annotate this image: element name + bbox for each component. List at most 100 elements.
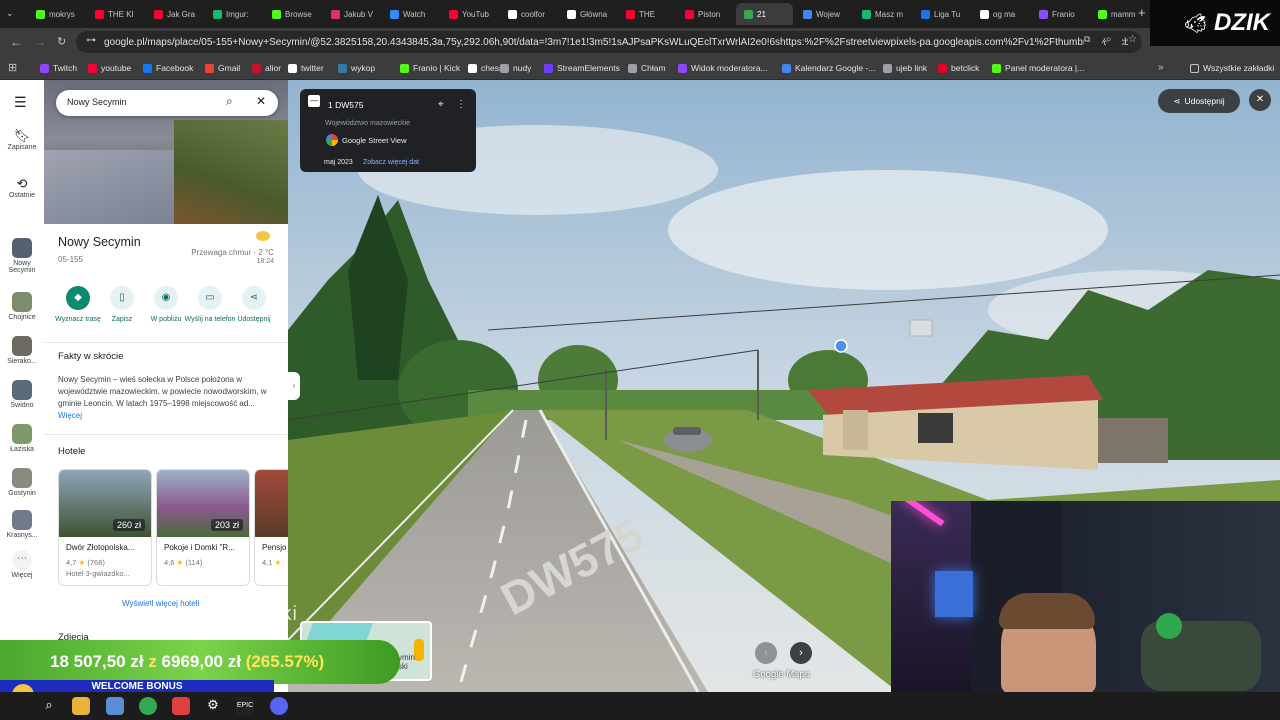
browser-tab[interactable]: coolfor [500,3,557,25]
search-icon[interactable]: ⌕ [226,94,233,109]
tab-favicon-icon [567,9,576,19]
weather-text: Przewaga chmur · 2 °C [191,248,274,257]
browser-tab[interactable]: Główna [559,3,616,25]
browser-tab[interactable]: YouTub [441,3,498,25]
bookmark-item[interactable]: alior [252,60,281,76]
bookmark-item[interactable]: Kalendarz Google -... [782,60,875,76]
rail-more[interactable]: ⋯ Więcej [0,550,44,579]
location-pin-icon[interactable] [834,339,848,353]
new-tab-button[interactable]: + [1138,0,1146,26]
exit-street-view-button[interactable]: ✕ [1249,89,1271,111]
browser-tab[interactable]: 21 [736,3,793,25]
browser-tab[interactable]: THE [618,3,675,25]
browser-tab[interactable]: Jak Gra [146,3,203,25]
bookmark-item[interactable]: youtube [88,60,131,76]
share-button[interactable]: ⋖ Udostępnij [1158,89,1240,113]
address-bar[interactable]: ⊶ google.pl/maps/place/05-155+Nowy+Secym… [76,31,1142,53]
browser-tab[interactable]: Browse [264,3,321,25]
discord-icon[interactable] [270,697,288,715]
forward-icon[interactable]: → [34,28,46,56]
app-icon[interactable] [106,697,124,715]
install-app-icon[interactable]: ⧉ [1084,34,1102,50]
close-icon[interactable]: ✕ [256,94,266,108]
browser-tab[interactable]: Piston [677,3,734,25]
bookmark-item[interactable]: chess [468,60,503,76]
all-bookmarks-folder[interactable]: Wszystkie zakładki [1190,60,1274,76]
rail-recent-place[interactable]: Krasnys... [0,510,44,539]
bookmark-item[interactable]: twitter [288,60,324,76]
hotel-name: Pensjo [262,543,287,552]
hotel-card[interactable]: 260 zł Dwór Złotopolska... 4,7 ★ (768) Hote… [58,469,152,586]
bookmark-favicon-icon [938,63,947,73]
zoom-icon[interactable]: ⌕ [1106,34,1122,50]
weather-time: 18:24 [256,258,274,265]
app-icon[interactable] [172,697,190,715]
tab-search-icon[interactable]: ⌄ [6,0,14,26]
see-more-dates-link[interactable]: Zobacz więcej dat [363,159,419,166]
weather-cloud-sun-icon [256,231,270,241]
next-image-button[interactable]: › [790,642,812,664]
browser-tab[interactable]: Wojew [795,3,852,25]
chrome-icon[interactable] [139,697,157,715]
bookmark-item[interactable]: wykop [338,60,375,76]
hotel-card[interactable]: Pensjo 4,1 ★ [254,469,288,586]
bookmark-item[interactable]: Twitch [40,60,77,76]
browser-tab[interactable]: og ma [972,3,1029,25]
map-pin-icon[interactable]: ⌖ [438,99,444,110]
bookmark-item[interactable]: ujeb link [883,60,927,76]
search-box[interactable]: Nowy Secymin ⌕ ✕ [56,90,278,116]
more-options-icon[interactable]: ⋮ [456,99,466,110]
collapse-panel-button[interactable]: ‹ [288,372,300,400]
search-icon[interactable]: ⌕ [40,697,58,715]
divider [44,342,288,343]
file-explorer-icon[interactable] [72,697,90,715]
browser-tab[interactable]: Liga Tu [913,3,970,25]
tab-favicon-icon [272,9,281,19]
browser-tab[interactable]: THE KI [87,3,144,25]
rail-recent-place[interactable]: Nowy Secymin [0,238,44,274]
reload-icon[interactable]: ↻ [57,28,66,56]
rail-recent-place[interactable]: Chojnice [0,292,44,321]
bookmark-star-icon[interactable]: ☆ [1128,34,1142,50]
bookmark-item[interactable]: StreamElements [544,60,620,76]
bookmark-item[interactable]: Chłam [628,60,666,76]
balance-text: 18 507,50 zł z 6969,00 zł (265.57%) [50,652,325,671]
hotel-name: Pokoje i Domki "R... [164,543,235,552]
place-thumbnail [12,238,32,258]
facts-more-link[interactable]: Więcej [58,411,82,420]
prev-image-button[interactable]: ‹ [755,642,777,664]
hotel-card[interactable]: 203 zł Pokoje i Domki "R... 4,6 ★ (114) [156,469,250,586]
rail-recent-place[interactable]: Świdno [0,380,44,409]
rail-recent[interactable]: ⟲ Ostatnie [0,176,44,199]
more-bookmarks-icon[interactable]: » [1158,56,1164,80]
browser-tab[interactable]: Imgur: [205,3,262,25]
back-arrow-icon[interactable]: — [308,95,320,107]
browser-tab[interactable]: Jakub V [323,3,380,25]
apps-grid-icon[interactable]: ⊞ [8,56,17,80]
bookmark-item[interactable]: betclick [938,60,979,76]
bookmark-item[interactable]: nudy [500,60,531,76]
bookmark-item[interactable]: Panel moderatora |... [992,60,1084,76]
rail-recent-place[interactable]: Sierako... [0,336,44,365]
bookmark-favicon-icon [338,63,347,73]
bookmark-item[interactable]: Facebook [143,60,193,76]
action-share[interactable]: ⋖ Udostępnij [226,286,282,324]
bookmark-item[interactable]: Widok moderatora... [678,60,768,76]
bookmark-item[interactable]: Gmail [205,60,240,76]
menu-hamburger-icon[interactable]: ☰ [14,94,27,111]
back-icon[interactable]: ← [10,28,22,56]
hotel-photo [255,470,288,537]
bookmark-favicon-icon [40,63,49,73]
rail-saved[interactable]: 🔖︎ Zapisane [0,128,44,151]
browser-tab[interactable]: Masz m [854,3,911,25]
bookmark-item[interactable]: Franio | Kick [400,60,460,76]
browser-tab[interactable]: Watch [382,3,439,25]
site-info-icon[interactable]: ⊶ [86,35,96,46]
browser-tab[interactable]: Franio [1031,3,1088,25]
rail-recent-place[interactable]: Gostynin [0,468,44,497]
rail-recent-place[interactable]: Łaziska [0,424,44,453]
browser-tab[interactable]: mokrys [28,3,85,25]
epic-games-icon[interactable]: EPIC [236,697,254,715]
settings-gear-icon[interactable]: ⚙ [204,697,222,715]
search-input[interactable]: Nowy Secymin [67,97,127,107]
